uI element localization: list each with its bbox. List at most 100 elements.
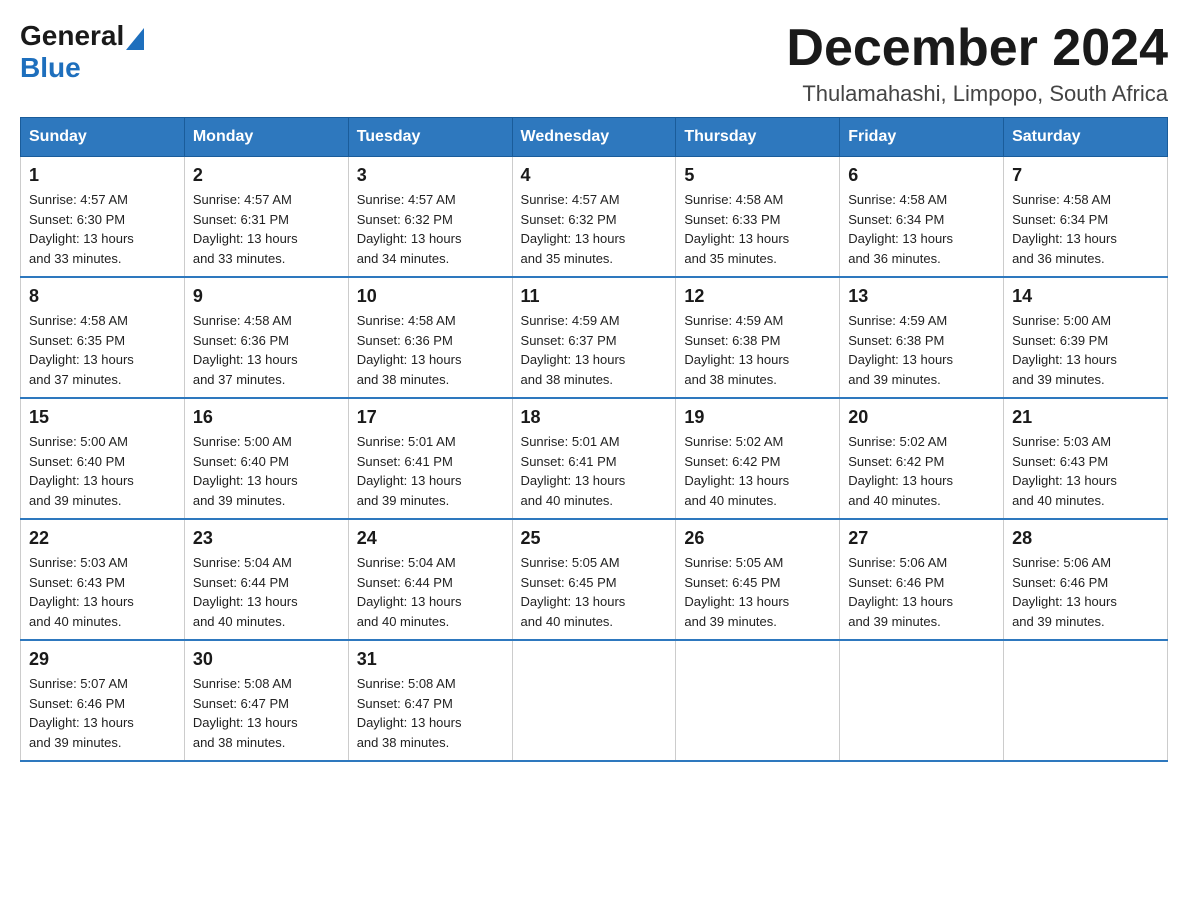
calendar-cell: 11 Sunrise: 4:59 AM Sunset: 6:37 PM Dayl…: [512, 277, 676, 398]
day-number: 14: [1012, 286, 1159, 307]
calendar-cell: [840, 640, 1004, 761]
day-number: 4: [521, 165, 668, 186]
day-info: Sunrise: 5:00 AM Sunset: 6:40 PM Dayligh…: [193, 432, 340, 510]
calendar-cell: 4 Sunrise: 4:57 AM Sunset: 6:32 PM Dayli…: [512, 157, 676, 278]
calendar-cell: 14 Sunrise: 5:00 AM Sunset: 6:39 PM Dayl…: [1004, 277, 1168, 398]
day-number: 15: [29, 407, 176, 428]
calendar-cell: 24 Sunrise: 5:04 AM Sunset: 6:44 PM Dayl…: [348, 519, 512, 640]
calendar-cell: 17 Sunrise: 5:01 AM Sunset: 6:41 PM Dayl…: [348, 398, 512, 519]
day-info: Sunrise: 4:59 AM Sunset: 6:37 PM Dayligh…: [521, 311, 668, 389]
day-number: 11: [521, 286, 668, 307]
day-info: Sunrise: 5:02 AM Sunset: 6:42 PM Dayligh…: [848, 432, 995, 510]
day-info: Sunrise: 5:03 AM Sunset: 6:43 PM Dayligh…: [1012, 432, 1159, 510]
week-row-3: 15 Sunrise: 5:00 AM Sunset: 6:40 PM Dayl…: [21, 398, 1168, 519]
day-number: 1: [29, 165, 176, 186]
day-number: 25: [521, 528, 668, 549]
calendar-cell: 5 Sunrise: 4:58 AM Sunset: 6:33 PM Dayli…: [676, 157, 840, 278]
day-info: Sunrise: 4:58 AM Sunset: 6:36 PM Dayligh…: [357, 311, 504, 389]
calendar-cell: 15 Sunrise: 5:00 AM Sunset: 6:40 PM Dayl…: [21, 398, 185, 519]
day-number: 27: [848, 528, 995, 549]
calendar-cell: [676, 640, 840, 761]
logo-general-text: General: [20, 20, 124, 52]
calendar-cell: 12 Sunrise: 4:59 AM Sunset: 6:38 PM Dayl…: [676, 277, 840, 398]
calendar-header: SundayMondayTuesdayWednesdayThursdayFrid…: [21, 118, 1168, 157]
day-info: Sunrise: 5:03 AM Sunset: 6:43 PM Dayligh…: [29, 553, 176, 631]
calendar-cell: 3 Sunrise: 4:57 AM Sunset: 6:32 PM Dayli…: [348, 157, 512, 278]
day-number: 18: [521, 407, 668, 428]
calendar-cell: 10 Sunrise: 4:58 AM Sunset: 6:36 PM Dayl…: [348, 277, 512, 398]
day-info: Sunrise: 5:06 AM Sunset: 6:46 PM Dayligh…: [1012, 553, 1159, 631]
calendar-table: SundayMondayTuesdayWednesdayThursdayFrid…: [20, 117, 1168, 762]
day-number: 21: [1012, 407, 1159, 428]
logo-blue-text: Blue: [20, 52, 81, 84]
week-row-2: 8 Sunrise: 4:58 AM Sunset: 6:35 PM Dayli…: [21, 277, 1168, 398]
header-day-thursday: Thursday: [676, 118, 840, 157]
logo-triangle-icon: [126, 28, 144, 50]
calendar-cell: 25 Sunrise: 5:05 AM Sunset: 6:45 PM Dayl…: [512, 519, 676, 640]
calendar-cell: 22 Sunrise: 5:03 AM Sunset: 6:43 PM Dayl…: [21, 519, 185, 640]
day-info: Sunrise: 5:06 AM Sunset: 6:46 PM Dayligh…: [848, 553, 995, 631]
day-number: 2: [193, 165, 340, 186]
calendar-cell: 18 Sunrise: 5:01 AM Sunset: 6:41 PM Dayl…: [512, 398, 676, 519]
header-day-friday: Friday: [840, 118, 1004, 157]
day-number: 23: [193, 528, 340, 549]
day-number: 29: [29, 649, 176, 670]
header-day-monday: Monday: [184, 118, 348, 157]
day-number: 24: [357, 528, 504, 549]
calendar-cell: 2 Sunrise: 4:57 AM Sunset: 6:31 PM Dayli…: [184, 157, 348, 278]
day-number: 5: [684, 165, 831, 186]
calendar-cell: [1004, 640, 1168, 761]
calendar-cell: 27 Sunrise: 5:06 AM Sunset: 6:46 PM Dayl…: [840, 519, 1004, 640]
day-info: Sunrise: 4:58 AM Sunset: 6:34 PM Dayligh…: [1012, 190, 1159, 268]
day-info: Sunrise: 5:07 AM Sunset: 6:46 PM Dayligh…: [29, 674, 176, 752]
calendar-cell: 19 Sunrise: 5:02 AM Sunset: 6:42 PM Dayl…: [676, 398, 840, 519]
logo-area: General Blue: [20, 20, 146, 84]
day-number: 13: [848, 286, 995, 307]
header-day-tuesday: Tuesday: [348, 118, 512, 157]
calendar-cell: 13 Sunrise: 4:59 AM Sunset: 6:38 PM Dayl…: [840, 277, 1004, 398]
day-info: Sunrise: 5:05 AM Sunset: 6:45 PM Dayligh…: [684, 553, 831, 631]
day-number: 10: [357, 286, 504, 307]
logo: General: [20, 20, 146, 52]
day-info: Sunrise: 5:04 AM Sunset: 6:44 PM Dayligh…: [193, 553, 340, 631]
day-info: Sunrise: 4:59 AM Sunset: 6:38 PM Dayligh…: [684, 311, 831, 389]
day-info: Sunrise: 5:04 AM Sunset: 6:44 PM Dayligh…: [357, 553, 504, 631]
day-number: 16: [193, 407, 340, 428]
day-number: 31: [357, 649, 504, 670]
location-subtitle: Thulamahashi, Limpopo, South Africa: [786, 81, 1168, 107]
calendar-cell: 21 Sunrise: 5:03 AM Sunset: 6:43 PM Dayl…: [1004, 398, 1168, 519]
day-number: 9: [193, 286, 340, 307]
calendar-cell: 28 Sunrise: 5:06 AM Sunset: 6:46 PM Dayl…: [1004, 519, 1168, 640]
calendar-cell: 20 Sunrise: 5:02 AM Sunset: 6:42 PM Dayl…: [840, 398, 1004, 519]
day-number: 3: [357, 165, 504, 186]
calendar-cell: 8 Sunrise: 4:58 AM Sunset: 6:35 PM Dayli…: [21, 277, 185, 398]
calendar-cell: 31 Sunrise: 5:08 AM Sunset: 6:47 PM Dayl…: [348, 640, 512, 761]
calendar-cell: [512, 640, 676, 761]
day-info: Sunrise: 5:00 AM Sunset: 6:40 PM Dayligh…: [29, 432, 176, 510]
calendar-cell: 7 Sunrise: 4:58 AM Sunset: 6:34 PM Dayli…: [1004, 157, 1168, 278]
calendar-cell: 23 Sunrise: 5:04 AM Sunset: 6:44 PM Dayl…: [184, 519, 348, 640]
week-row-4: 22 Sunrise: 5:03 AM Sunset: 6:43 PM Dayl…: [21, 519, 1168, 640]
calendar-cell: 6 Sunrise: 4:58 AM Sunset: 6:34 PM Dayli…: [840, 157, 1004, 278]
day-number: 17: [357, 407, 504, 428]
day-info: Sunrise: 4:57 AM Sunset: 6:32 PM Dayligh…: [521, 190, 668, 268]
day-info: Sunrise: 4:58 AM Sunset: 6:33 PM Dayligh…: [684, 190, 831, 268]
calendar-title: December 2024: [786, 20, 1168, 77]
header: General Blue December 2024 Thulamahashi,…: [20, 20, 1168, 107]
day-number: 26: [684, 528, 831, 549]
calendar-cell: 9 Sunrise: 4:58 AM Sunset: 6:36 PM Dayli…: [184, 277, 348, 398]
calendar-cell: 30 Sunrise: 5:08 AM Sunset: 6:47 PM Dayl…: [184, 640, 348, 761]
calendar-body: 1 Sunrise: 4:57 AM Sunset: 6:30 PM Dayli…: [21, 157, 1168, 762]
week-row-1: 1 Sunrise: 4:57 AM Sunset: 6:30 PM Dayli…: [21, 157, 1168, 278]
day-info: Sunrise: 5:00 AM Sunset: 6:39 PM Dayligh…: [1012, 311, 1159, 389]
day-info: Sunrise: 4:58 AM Sunset: 6:34 PM Dayligh…: [848, 190, 995, 268]
calendar-cell: 26 Sunrise: 5:05 AM Sunset: 6:45 PM Dayl…: [676, 519, 840, 640]
day-info: Sunrise: 4:58 AM Sunset: 6:35 PM Dayligh…: [29, 311, 176, 389]
week-row-5: 29 Sunrise: 5:07 AM Sunset: 6:46 PM Dayl…: [21, 640, 1168, 761]
day-info: Sunrise: 4:58 AM Sunset: 6:36 PM Dayligh…: [193, 311, 340, 389]
day-number: 22: [29, 528, 176, 549]
day-info: Sunrise: 5:02 AM Sunset: 6:42 PM Dayligh…: [684, 432, 831, 510]
day-info: Sunrise: 4:57 AM Sunset: 6:31 PM Dayligh…: [193, 190, 340, 268]
day-info: Sunrise: 4:57 AM Sunset: 6:30 PM Dayligh…: [29, 190, 176, 268]
header-day-sunday: Sunday: [21, 118, 185, 157]
